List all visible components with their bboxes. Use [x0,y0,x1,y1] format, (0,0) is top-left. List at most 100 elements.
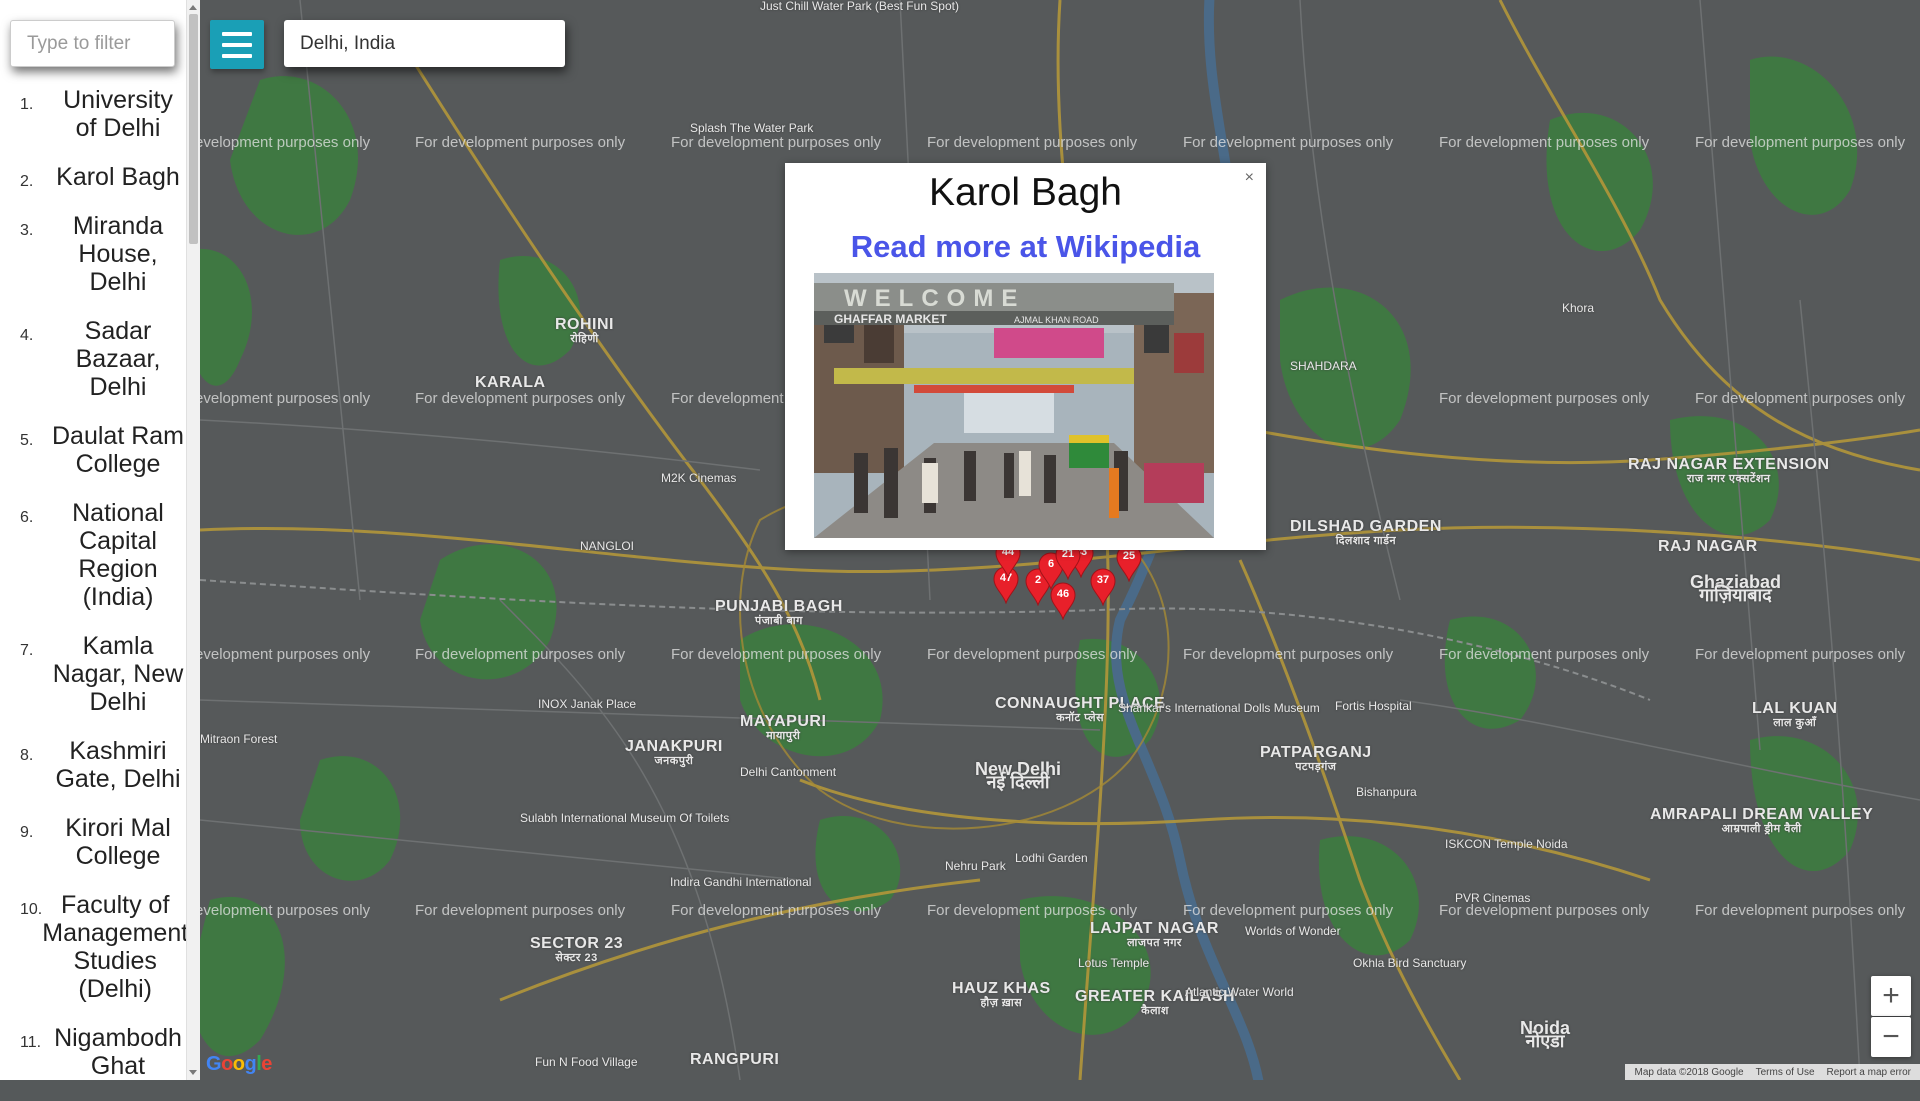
map-label-khora: Khora [1562,301,1595,315]
place-number: 8. [20,747,34,764]
popup-title: Karol Bagh [929,171,1122,214]
places-list: 1. University of Delhi 2. Karol Bagh 3. Miran… [0,86,188,1101]
watermark: For development purposes only [671,134,882,151]
place-number: 11. [20,1034,42,1051]
map-label-rangpuri: RANGPURI [690,1051,780,1068]
map-label-nehru-park: Nehru Park [945,859,1006,873]
marker-label: 25 [1122,550,1136,562]
sidebar: 1. University of Delhi 2. Karol Bagh 3. Miran… [0,0,200,1080]
watermark: For development purposes only [200,134,371,151]
map-label-janakpuri: JANAKPURI जनकपुरी [625,738,723,768]
watermark: For development purposes only [1695,646,1906,663]
map-label-lal-kuan: LAL KUAN लाल कुआँ [1752,700,1838,730]
watermark: For development purposes only [927,646,1138,663]
watermark: For development purposes only [1695,134,1906,151]
zoom-out-button[interactable]: − [1871,1017,1911,1057]
watermark: For development purposes only [671,646,882,663]
map-label-rohini: ROHINI रोहिणी [555,316,614,346]
watermark: For development purposes only [200,646,371,663]
filter-input[interactable] [10,20,175,67]
map-label-shahdara: SHAHDARA [1290,359,1357,373]
map-label-delhi-cantonment: Delhi Cantonment [740,765,837,779]
map-label-iskcon-temple-noida: ISKCON Temple Noida [1445,837,1568,851]
report-map-error-link[interactable]: Report a map error [1824,1067,1914,1078]
map-label-new-delhi: New Delhi नई दिल्ली [975,759,1062,792]
place-list-item[interactable]: 10. Faculty of Management Studies (Delhi) [0,891,188,1003]
map-attribution: Map data ©2018 Google Terms of Use Repor… [1625,1064,1920,1080]
watermark: For development purposes only [1183,902,1394,919]
map-label-just-chill-water-park: Just Chill Water Park (Best Fun Spot) [760,0,959,13]
place-name: Kirori Mal College [65,814,171,870]
place-list-item[interactable]: 6. National Capital Region (India) [0,499,186,611]
menu-line-icon [222,31,252,36]
place-number: 3. [20,222,34,239]
map-label-karala: KARALA [475,374,546,391]
map-label-lodhi-garden: Lodhi Garden [1015,851,1088,865]
menu-line-icon [222,53,252,58]
map-label-fortis-hospital: Fortis Hospital [1335,699,1412,713]
place-name: Kashmiri Gate, Delhi [55,737,181,793]
map-label-lajpat-nagar: LAJPAT NAGAR लाजपत नगर [1090,920,1219,950]
place-list-item[interactable]: 7. Kamla Nagar, New Delhi [0,632,186,716]
place-number: 4. [20,327,34,344]
map-label-indira-gandhi-international: Indira Gandhi International [670,875,812,889]
scrollbar-thumb[interactable] [189,14,198,244]
watermark: For development purposes only [1439,646,1650,663]
watermark: For development purposes only [1183,646,1394,663]
menu-line-icon [222,42,252,47]
watermark: For development purposes only [1695,390,1906,407]
place-list-item[interactable]: 5. Daulat Ram College [0,422,186,478]
map-label-worlds-of-wonder: Worlds of Wonder [1245,924,1341,938]
watermark: For development purposes only [1439,390,1650,407]
map-label-amrapali-dream-valley: AMRAPALI DREAM VALLEY आम्रपाली ड्रीम वैली [1650,806,1874,836]
place-name: National Capital Region (India) [72,499,164,611]
zoom-in-button[interactable]: + [1871,976,1911,1016]
map-label-atlantic-water-world: Atlantic Water World [1185,985,1294,999]
place-number: 5. [20,432,34,449]
place-list-item[interactable]: 11. Nigambodh Ghat [0,1024,186,1080]
place-list-item[interactable]: 8. Kashmiri Gate, Delhi [0,737,186,793]
watermark: For development purposes only [415,134,626,151]
place-number: 9. [20,824,34,841]
map-label-bishanpura: Bishanpura [1356,785,1417,799]
photo-sign-welcome: WELCOME [844,285,1025,312]
map-label-nangloi: NANGLOI [580,539,635,553]
photo-sign-ghaffar: GHAFFAR MARKET [834,312,947,326]
place-photo: WELCOME GHAFFAR MARKET AJMAL KHAN ROAD [814,273,1214,538]
terms-of-use-link[interactable]: Terms of Use [1753,1067,1818,1078]
place-list-item[interactable]: 9. Kirori Mal College [0,814,186,870]
place-name: Miranda House, Delhi [72,212,164,296]
map-label-punjabi-bagh: PUNJABI BAGH पंजाबी बाग [715,598,843,628]
map-label-lotus-temple: Lotus Temple [1078,956,1150,970]
place-name: University of Delhi [63,86,173,142]
location-search-box[interactable]: Delhi, India [284,20,565,67]
place-name: Sadar Bazaar, Delhi [75,317,161,401]
hamburger-menu-button[interactable] [210,20,264,69]
watermark: For development purposes only [671,902,882,919]
watermark: For development purposes only [1439,134,1650,151]
place-list-item[interactable]: 2. Karol Bagh [0,163,186,191]
map-label-fun-n-food-village: Fun N Food Village [535,1055,638,1069]
place-list-item[interactable]: 4. Sadar Bazaar, Delhi [0,317,186,401]
scroll-up-arrow-icon[interactable] [189,5,197,10]
sidebar-scrollbar[interactable] [186,0,200,1080]
map-label-noida: Noida नोएडा [1520,1018,1571,1051]
place-name: Nigambodh Ghat [54,1024,182,1080]
watermark: For development purposes only [200,390,371,407]
place-list-item[interactable]: 3. Miranda House, Delhi [0,212,186,296]
place-number: 1. [20,96,34,113]
place-list-item[interactable]: 1. University of Delhi [0,86,186,142]
map-label-okhla-bird-sanctuary: Okhla Bird Sanctuary [1353,956,1467,970]
place-number: 6. [20,509,34,526]
watermark: For development purposes only [415,646,626,663]
map-label-dilshad-garden: DILSHAD GARDEN दिलशाद गार्डन [1290,518,1442,548]
wikipedia-link[interactable]: Read more at Wikipedia [785,229,1266,265]
map-label-splash-water-park: Splash The Water Park [690,121,814,135]
map-label-shankars-dolls-museum: Shankar's International Dolls Museum [1118,701,1320,715]
place-name: Daulat Ram College [52,422,184,478]
watermark: For development purposes only [927,902,1138,919]
map-marker[interactable]: 37 [1090,568,1116,606]
photo-sign-road: AJMAL KHAN ROAD [1014,315,1099,325]
watermark: For development purposes only [1183,134,1394,151]
scroll-down-arrow-icon[interactable] [189,1070,197,1075]
